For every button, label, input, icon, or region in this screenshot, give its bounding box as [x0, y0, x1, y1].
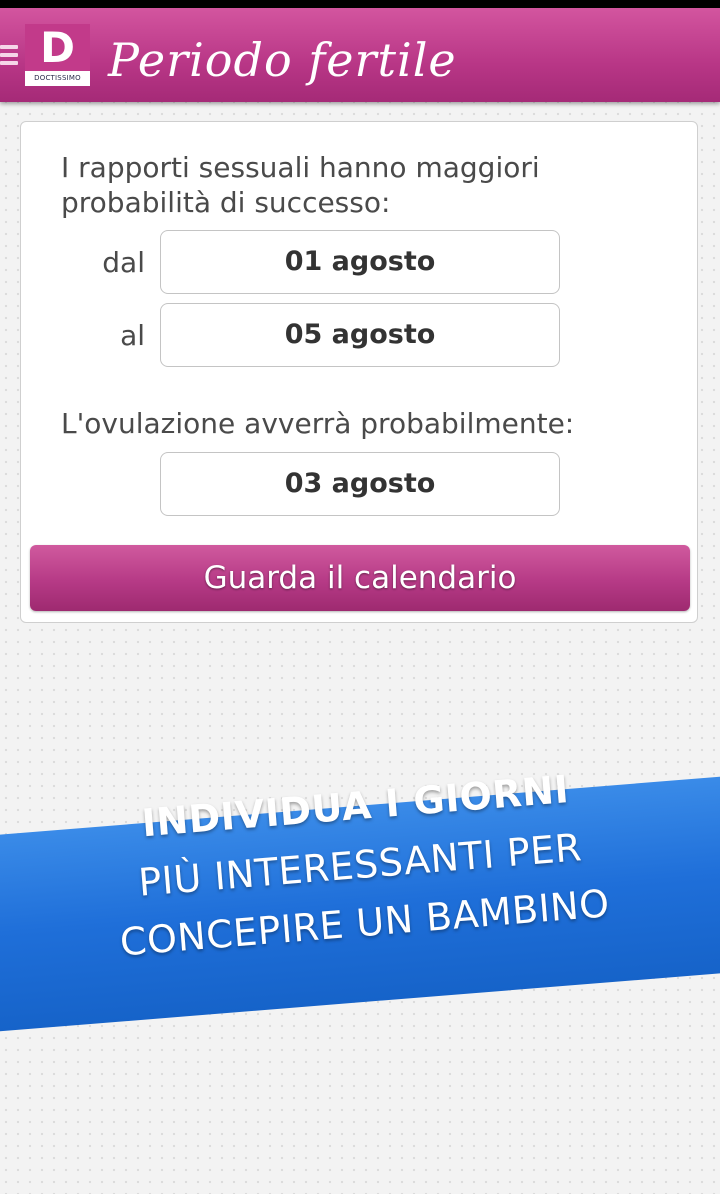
from-date-field[interactable]: 01 agosto — [160, 230, 560, 294]
view-calendar-button[interactable]: Guarda il calendario — [30, 545, 690, 611]
ovulation-date-field[interactable]: 03 agosto — [160, 452, 560, 516]
ovulation-label: L'ovulazione avverrà probabilmente: — [61, 407, 575, 440]
from-label: dal — [102, 246, 145, 279]
hamburger-menu-icon[interactable] — [0, 45, 20, 67]
to-label: al — [120, 319, 145, 352]
logo-letter: D — [25, 24, 90, 71]
status-bar — [0, 0, 720, 8]
page-title: Periodo fertile — [108, 33, 457, 87]
intro-text: I rapporti sessuali hanno maggiori proba… — [61, 151, 540, 219]
doctissimo-logo[interactable]: D DOCTISSIMO — [25, 24, 90, 86]
to-date-field[interactable]: 05 agosto — [160, 303, 560, 367]
fertile-period-card: I rapporti sessuali hanno maggiori proba… — [20, 121, 698, 623]
logo-wordmark: DOCTISSIMO — [34, 74, 81, 82]
app-bar: D DOCTISSIMO Periodo fertile — [0, 8, 720, 102]
